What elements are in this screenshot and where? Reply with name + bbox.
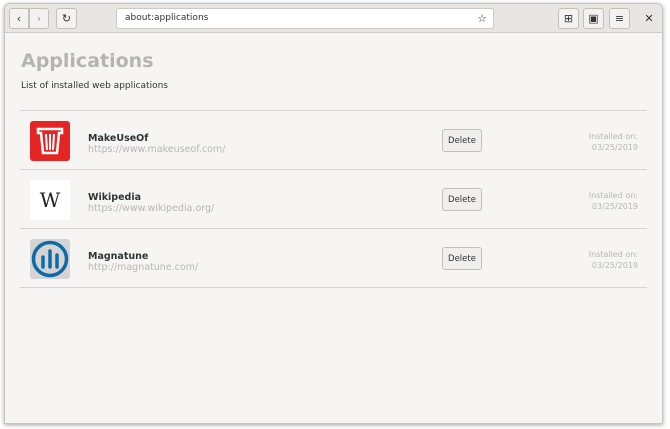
installed-date: 03/25/2019 (591, 143, 638, 152)
app-row: MakeUseOf https://www.makeuseof.com/ Del… (20, 111, 647, 170)
wikipedia-logo-icon: W (30, 180, 70, 220)
forward-button[interactable]: › (29, 8, 49, 29)
app-name: Magnatune (88, 251, 149, 262)
address-bar[interactable]: about:applications ☆ (116, 8, 494, 29)
page-title: Applications (21, 50, 154, 72)
url-text: about:applications (125, 13, 209, 23)
app-url: https://www.makeuseof.com/ (88, 144, 226, 155)
installed-date: 03/25/2019 (591, 261, 638, 270)
app-name: Wikipedia (88, 192, 142, 203)
installed-label: Installed on: (588, 132, 638, 141)
magnatune-logo-icon (30, 239, 70, 279)
delete-button[interactable]: Delete (442, 247, 482, 270)
header-bar: ‹ › ↻ about:applications ☆ ⊞ ▣ ≡ ✕ (5, 4, 662, 33)
installed-date: 03/25/2019 (591, 202, 638, 211)
app-row: Magnatune http://magnatune.com/ Delete I… (20, 229, 647, 288)
app-url: http://magnatune.com/ (88, 262, 199, 273)
bookmarks-icon[interactable]: ▣ (583, 8, 604, 29)
back-button[interactable]: ‹ (9, 8, 29, 29)
installed-label: Installed on: (588, 191, 638, 200)
app-row: W Wikipedia https://www.wikipedia.org/ D… (20, 170, 647, 229)
install-info: Installed on: 03/25/2019 (589, 131, 638, 153)
delete-button[interactable]: Delete (442, 188, 482, 211)
bookmark-star-icon[interactable]: ☆ (477, 12, 487, 25)
app-list: MakeUseOf https://www.makeuseof.com/ Del… (20, 110, 647, 288)
makeuseof-logo-icon (30, 121, 70, 161)
app-url: https://www.wikipedia.org/ (88, 203, 215, 214)
new-tab-icon[interactable]: ⊞ (558, 8, 579, 29)
menu-icon[interactable]: ≡ (609, 8, 630, 29)
app-name: MakeUseOf (88, 133, 149, 144)
install-info: Installed on: 03/25/2019 (589, 249, 638, 271)
install-info: Installed on: 03/25/2019 (589, 190, 638, 212)
reload-button[interactable]: ↻ (56, 8, 77, 29)
browser-window: ‹ › ↻ about:applications ☆ ⊞ ▣ ≡ ✕ Applic… (4, 3, 663, 424)
page-subtitle: List of installed web applications (21, 81, 168, 91)
delete-button[interactable]: Delete (442, 129, 482, 152)
close-icon[interactable]: ✕ (641, 8, 657, 29)
installed-label: Installed on: (588, 250, 638, 259)
